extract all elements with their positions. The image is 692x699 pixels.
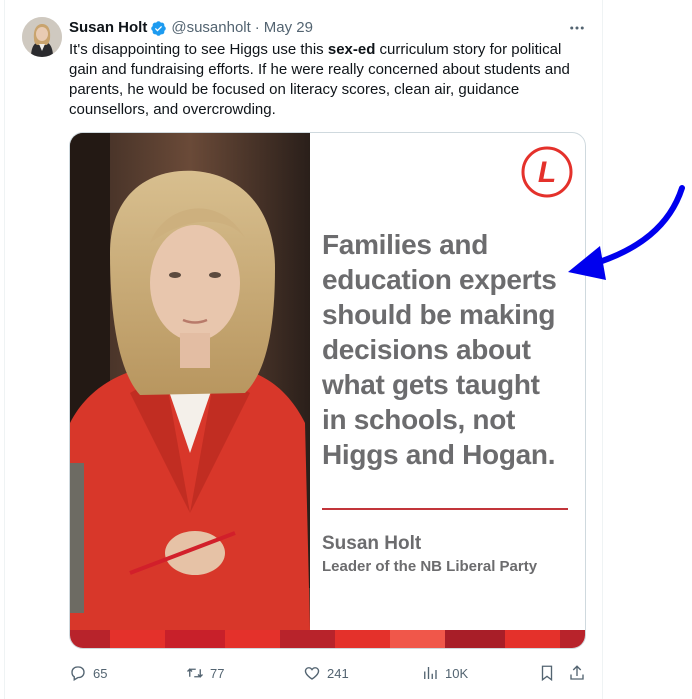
more-horizontal-icon[interactable]	[566, 19, 588, 37]
tweet-header: Susan Holt @susanholt · May 29	[69, 19, 313, 37]
heart-icon	[304, 667, 320, 680]
stripe-segment	[280, 630, 335, 648]
tweet-actions: 65 77 241 10K	[0, 660, 600, 686]
quote-line: in schools, not	[322, 404, 516, 435]
stripe-segment	[335, 630, 390, 648]
views-button[interactable]: 10K	[421, 660, 468, 686]
reply-icon	[71, 666, 85, 681]
views-icon	[424, 667, 437, 679]
tweet-date[interactable]: May 29	[264, 19, 313, 37]
share-icon	[570, 665, 584, 680]
retweet-icon	[187, 668, 203, 678]
media-card[interactable]: L Families and education experts should …	[69, 132, 586, 649]
bookmark-button[interactable]	[538, 660, 556, 686]
card-author-title: Leader of the NB Liberal Party	[322, 558, 538, 575]
header-separator: ·	[254, 19, 260, 36]
quote-line: should be making	[322, 299, 556, 330]
reply-count: 65	[93, 665, 108, 681]
quote-line: decisions about	[322, 334, 531, 365]
stripe-segment	[70, 630, 110, 648]
stripe-segment	[225, 630, 280, 648]
like-count: 241	[327, 665, 349, 681]
card-author-name: Susan Holt	[322, 533, 422, 554]
stripe-segment	[560, 630, 585, 648]
bookmark-icon	[541, 665, 553, 682]
quote-text: Families and education experts should be…	[322, 227, 572, 472]
timeline-right-border	[602, 0, 603, 699]
quote-line: what gets taught	[322, 369, 540, 400]
divider-rule	[322, 508, 568, 510]
stripe-segment	[445, 630, 505, 648]
stripe-segment	[505, 630, 560, 648]
tweet-text: It's disappointing to see Higgs use this…	[69, 40, 589, 120]
avatar[interactable]	[22, 17, 62, 57]
share-button[interactable]	[568, 660, 586, 686]
retweet-count: 77	[210, 665, 225, 681]
stripe-segment	[165, 630, 225, 648]
annotation-arrow	[560, 180, 690, 295]
verified-badge-icon	[150, 20, 167, 37]
stripe-segment	[110, 630, 165, 648]
views-count: 10K	[445, 665, 469, 681]
quote-line: Families and	[322, 229, 489, 260]
retweet-button[interactable]: 77	[186, 660, 224, 686]
like-button[interactable]: 241	[303, 660, 349, 686]
tweet-text-part1: It's disappointing to see Higgs use this	[69, 41, 328, 58]
quote-line: Higgs and Hogan.	[322, 439, 556, 470]
logo-letter: L	[538, 156, 556, 189]
color-stripe	[70, 630, 585, 648]
portrait-photo	[70, 133, 310, 630]
stripe-segment	[390, 630, 445, 648]
avatar-image	[22, 17, 62, 57]
tweet[interactable]: Susan Holt @susanholt · May 29 It's disa…	[0, 0, 692, 699]
author-name[interactable]: Susan Holt	[69, 19, 147, 37]
author-handle[interactable]: @susanholt	[171, 19, 250, 37]
quote-line: education experts	[322, 264, 557, 295]
timeline-left-border	[4, 0, 5, 699]
reply-button[interactable]: 65	[69, 660, 107, 686]
tweet-text-bold: sex-ed	[327, 41, 376, 58]
